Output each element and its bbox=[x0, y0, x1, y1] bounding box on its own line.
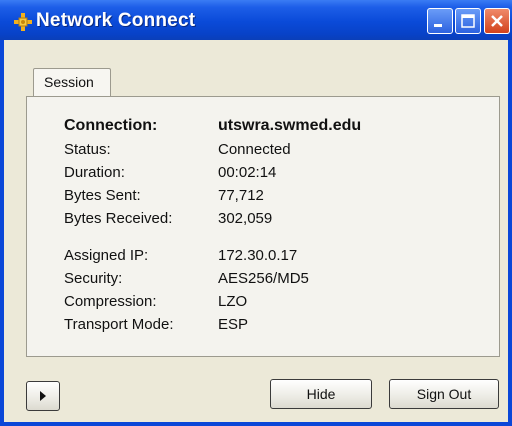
connection-label: Connection: bbox=[64, 117, 158, 134]
status-label: Status: bbox=[64, 141, 111, 158]
maximize-icon bbox=[461, 14, 475, 28]
maximize-button[interactable] bbox=[455, 8, 481, 34]
bytes-received-row: Bytes Received: 302,059 bbox=[27, 210, 497, 232]
close-button[interactable] bbox=[484, 8, 510, 34]
status-row: Status: Connected bbox=[27, 141, 497, 163]
duration-label: Duration: bbox=[64, 164, 125, 181]
minimize-button[interactable] bbox=[427, 8, 453, 34]
tab-session-label: Session bbox=[44, 74, 94, 90]
compression-row: Compression: LZO bbox=[27, 293, 497, 315]
compression-label: Compression: bbox=[64, 293, 157, 310]
status-value: Connected bbox=[218, 141, 291, 158]
assigned-ip-value: 172.30.0.17 bbox=[218, 247, 298, 264]
network-connect-window: Network Connect Session Connection: utsw… bbox=[0, 0, 512, 426]
hide-button[interactable]: Hide bbox=[270, 379, 372, 409]
play-right-icon bbox=[40, 391, 46, 401]
session-panel: Connection: utswra.swmed.edu Status: Con… bbox=[26, 96, 500, 357]
network-connect-app-icon bbox=[14, 13, 32, 31]
tab-session[interactable]: Session bbox=[33, 68, 111, 96]
duration-row: Duration: 00:02:14 bbox=[27, 164, 497, 186]
close-icon bbox=[491, 15, 503, 27]
window-title: Network Connect bbox=[36, 10, 196, 31]
assigned-ip-label: Assigned IP: bbox=[64, 247, 149, 264]
transport-mode-row: Transport Mode: ESP bbox=[27, 316, 497, 338]
expand-button[interactable] bbox=[26, 381, 60, 411]
security-row: Security: AES256/MD5 bbox=[27, 270, 497, 292]
sign-out-button[interactable]: Sign Out bbox=[389, 379, 499, 409]
bytes-received-label: Bytes Received: bbox=[64, 210, 173, 227]
bytes-sent-value: 77,712 bbox=[218, 187, 264, 204]
transport-mode-label: Transport Mode: bbox=[64, 316, 174, 333]
assigned-ip-row: Assigned IP: 172.30.0.17 bbox=[27, 247, 497, 269]
transport-mode-value: ESP bbox=[218, 316, 249, 333]
window-client-area: Session Connection: utswra.swmed.edu Sta… bbox=[4, 40, 508, 422]
connection-value: utswra.swmed.edu bbox=[218, 117, 362, 134]
bytes-sent-row: Bytes Sent: 77,712 bbox=[27, 187, 497, 209]
minimize-icon bbox=[434, 24, 442, 27]
bytes-sent-label: Bytes Sent: bbox=[64, 187, 141, 204]
title-bar[interactable]: Network Connect bbox=[0, 0, 512, 40]
duration-value: 00:02:14 bbox=[218, 164, 277, 181]
security-label: Security: bbox=[64, 270, 123, 287]
security-value: AES256/MD5 bbox=[218, 270, 309, 287]
compression-value: LZO bbox=[218, 293, 248, 310]
connection-row: Connection: utswra.swmed.edu bbox=[27, 117, 497, 139]
bytes-received-value: 302,059 bbox=[218, 210, 273, 227]
